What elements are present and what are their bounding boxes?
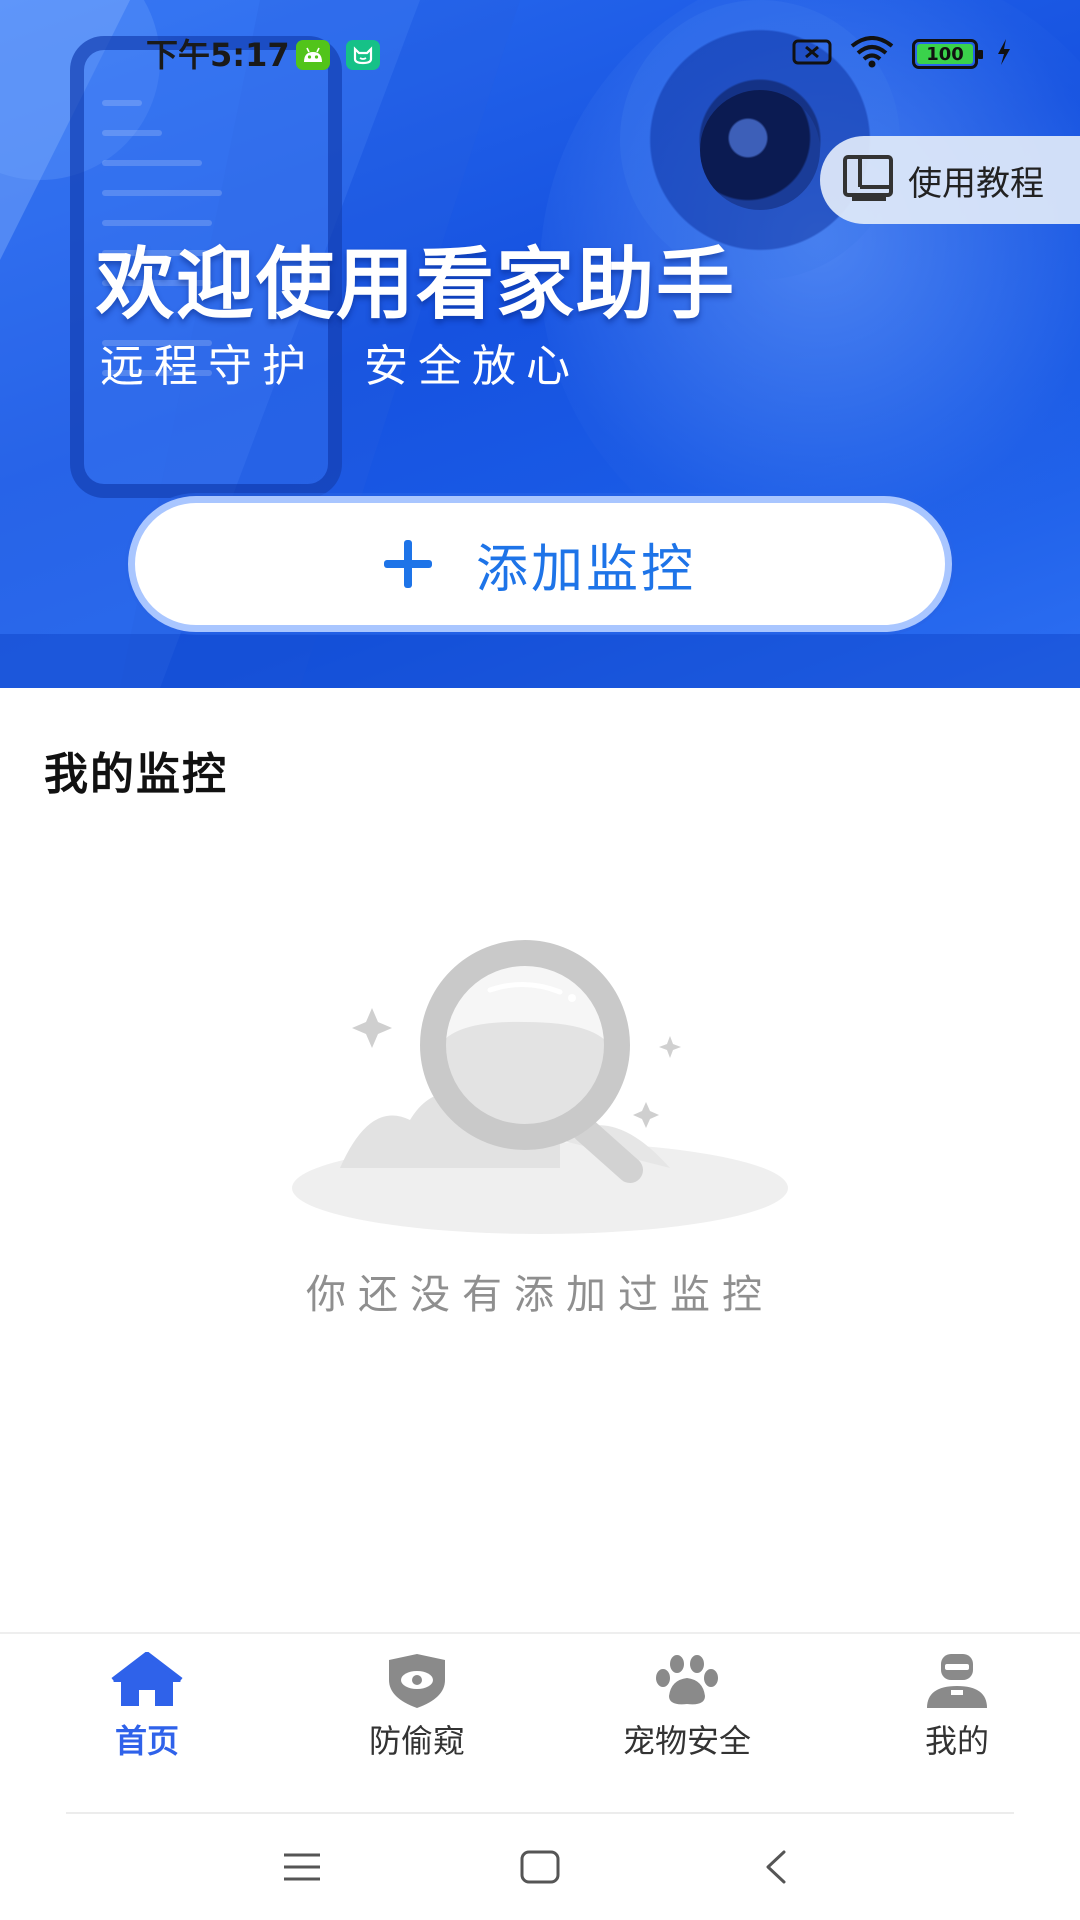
- book-icon: [842, 154, 894, 206]
- tutorial-button[interactable]: 使用教程: [820, 136, 1080, 224]
- status-bar: 下午5:17 100: [0, 0, 1080, 104]
- android-app-icon: [296, 40, 330, 70]
- home-square-icon[interactable]: [500, 1832, 580, 1902]
- tab-pet-safety[interactable]: 宠物安全: [552, 1652, 822, 1776]
- tutorial-label: 使用教程: [908, 163, 1044, 204]
- paw-icon: [649, 1652, 725, 1710]
- hero-subtitle: 远程守护 安全放心: [100, 341, 580, 392]
- camera-lens-decoration: [700, 90, 820, 210]
- battery-level: 100: [926, 43, 964, 65]
- home-icon: [109, 1652, 185, 1710]
- tab-mine[interactable]: 我的: [822, 1652, 1080, 1776]
- sim-off-icon: [792, 38, 832, 70]
- wifi-icon: [850, 36, 894, 72]
- empty-state-illustration: [292, 940, 788, 1234]
- app-screen: 下午5:17 100 使用教程 欢迎使用看家助手 远程守护 安全放心 添加监控 …: [0, 0, 1080, 1920]
- tab-anti-peep-label: 防偷窥: [368, 1722, 465, 1760]
- tab-anti-peep[interactable]: 防偷窥: [282, 1652, 552, 1776]
- system-nav-bar: [0, 1814, 1080, 1920]
- status-icons: 100: [792, 36, 1012, 72]
- cat-app-icon: [346, 40, 380, 70]
- tab-home[interactable]: 首页: [12, 1652, 282, 1776]
- tab-home-label: 首页: [114, 1722, 179, 1760]
- user-icon: [919, 1652, 995, 1710]
- add-monitor-button[interactable]: 添加监控: [128, 496, 952, 632]
- status-time: 下午5:17: [146, 36, 290, 74]
- empty-state-text: 你还没有添加过监控: [306, 1272, 774, 1318]
- add-monitor-label: 添加监控: [475, 539, 696, 600]
- charging-icon: [996, 39, 1012, 69]
- shield-eye-icon: [379, 1652, 455, 1710]
- section-title: 我的监控: [44, 749, 228, 800]
- bottom-tab-bar: 首页 防偷窥 宠物安全 我的: [0, 1632, 1080, 1812]
- hero-bottom-strip: [0, 634, 1080, 688]
- hero-title: 欢迎使用看家助手: [96, 240, 737, 330]
- tab-pet-safety-label: 宠物安全: [622, 1722, 751, 1760]
- back-icon[interactable]: [736, 1832, 816, 1902]
- hero-banner: 下午5:17 100 使用教程 欢迎使用看家助手 远程守护 安全放心 添加监控: [0, 0, 1080, 688]
- menu-icon[interactable]: [262, 1832, 342, 1902]
- tab-mine-label: 我的: [924, 1722, 989, 1760]
- battery-icon: 100: [912, 39, 983, 69]
- plus-icon: [383, 540, 432, 588]
